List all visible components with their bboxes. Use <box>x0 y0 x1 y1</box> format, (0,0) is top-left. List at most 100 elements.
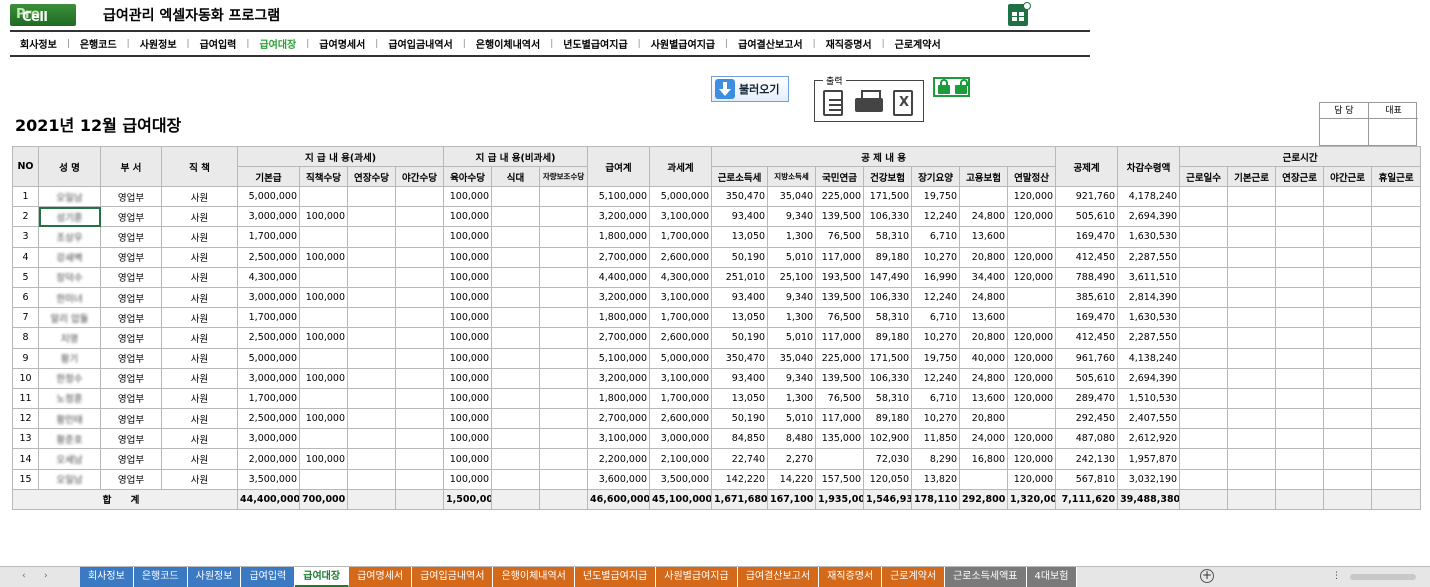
cell-work-hours[interactable] <box>1179 226 1229 248</box>
cell-local-tax[interactable]: 1,300 <box>767 387 817 410</box>
cell-overtime[interactable] <box>347 448 396 470</box>
cell-local-tax[interactable]: 5,010 <box>767 327 817 349</box>
cell-night[interactable] <box>394 428 445 450</box>
cell-pension[interactable]: 139,500 <box>815 286 865 309</box>
cell-yearend[interactable]: 120,000 <box>1007 387 1057 410</box>
cell-car[interactable] <box>539 266 589 288</box>
cell-employment[interactable] <box>959 185 1009 208</box>
cell-duty[interactable] <box>299 387 348 410</box>
cell-work-hours[interactable] <box>1371 408 1422 430</box>
cell-yearend[interactable]: 120,000 <box>1007 468 1057 490</box>
cell-employment[interactable]: 24,000 <box>959 428 1009 450</box>
cell-no[interactable]: 15 <box>12 468 39 490</box>
cell-night[interactable] <box>394 448 445 470</box>
cell-dept[interactable]: 영업부 <box>100 226 162 248</box>
total-work-cell[interactable] <box>1371 488 1422 511</box>
cell-work-hours[interactable] <box>1323 327 1373 349</box>
cell-base[interactable]: 2,000,000 <box>237 448 300 470</box>
cell-total[interactable]: 2,700,000 <box>587 246 651 268</box>
cell-night[interactable] <box>394 246 445 268</box>
menu-item-11[interactable]: 재직증명서 <box>816 36 882 51</box>
cell-car[interactable] <box>539 428 589 450</box>
cell-work-hours[interactable] <box>1371 246 1422 268</box>
cell-work-hours[interactable] <box>1323 286 1373 309</box>
cell-total[interactable]: 2,700,000 <box>587 327 651 349</box>
cell-employment[interactable]: 16,800 <box>959 448 1009 470</box>
cell-no[interactable]: 3 <box>12 226 39 248</box>
cell-work-hours[interactable] <box>1275 468 1325 490</box>
cell-work-hours[interactable] <box>1227 185 1277 208</box>
excel-icon[interactable] <box>1008 2 1031 26</box>
total-base[interactable]: 44,400,000 <box>237 488 300 511</box>
cell-income-tax[interactable]: 93,400 <box>711 286 769 309</box>
cell-employment[interactable]: 13,600 <box>959 307 1009 329</box>
cell-taxable-total[interactable]: 3,100,000 <box>649 367 713 389</box>
cell-overtime[interactable] <box>347 347 396 369</box>
sheet-tab-13[interactable]: 근로소득세액표 <box>945 567 1027 587</box>
menu-item-10[interactable]: 급여결산보고서 <box>728 36 812 51</box>
cell-child[interactable]: 100,000 <box>443 307 493 329</box>
cell-duty[interactable] <box>299 307 348 329</box>
cell-name[interactable]: 황민태 <box>38 408 101 430</box>
cell-work-hours[interactable] <box>1323 226 1373 248</box>
sheet-tab-9[interactable]: 사원별급여지급 <box>656 567 738 587</box>
menu-item-9[interactable]: 사원별급여지급 <box>641 36 725 51</box>
cell-position[interactable]: 사원 <box>161 347 238 369</box>
cell-work-hours[interactable] <box>1227 307 1277 329</box>
cell-pension[interactable]: 76,500 <box>815 226 865 248</box>
cell-work-hours[interactable] <box>1179 448 1229 470</box>
menu-item-7[interactable]: 은행이체내역서 <box>466 36 550 51</box>
cell-no[interactable]: 11 <box>12 387 39 410</box>
cell-income-tax[interactable]: 50,190 <box>711 327 769 349</box>
cell-ded-total[interactable]: 385,610 <box>1055 286 1119 309</box>
cell-child[interactable]: 100,000 <box>443 428 493 450</box>
cell-income-tax[interactable]: 251,010 <box>711 266 769 288</box>
cell-car[interactable] <box>539 226 589 248</box>
cell-local-tax[interactable]: 9,340 <box>767 286 817 309</box>
cell-income-tax[interactable]: 350,470 <box>711 347 769 369</box>
cell-yearend[interactable] <box>1007 307 1057 329</box>
cell-child[interactable]: 100,000 <box>443 468 493 490</box>
cell-duty[interactable] <box>299 266 348 288</box>
cell-ded-total[interactable]: 412,450 <box>1055 246 1119 268</box>
total-local-tax[interactable]: 167,100 <box>767 488 817 511</box>
cell-dept[interactable]: 영업부 <box>100 347 162 369</box>
cell-health[interactable]: 147,490 <box>863 266 913 288</box>
menu-item-5[interactable]: 급여명세서 <box>309 36 375 51</box>
cell-taxable-total[interactable]: 2,600,000 <box>649 246 713 268</box>
cell-work-hours[interactable] <box>1371 206 1422 228</box>
total-work-cell[interactable] <box>1323 488 1373 511</box>
cell-base[interactable]: 2,500,000 <box>237 246 300 268</box>
cell-health[interactable]: 58,310 <box>863 226 913 248</box>
cell-meal[interactable] <box>491 206 541 228</box>
cell-work-hours[interactable] <box>1227 266 1277 288</box>
cell-work-hours[interactable] <box>1179 246 1229 268</box>
cell-work-hours[interactable] <box>1179 185 1229 208</box>
cell-work-hours[interactable] <box>1227 226 1277 248</box>
cell-work-hours[interactable] <box>1179 387 1229 410</box>
cell-net[interactable]: 1,510,530 <box>1117 387 1181 410</box>
cell-name[interactable]: 조상우 <box>38 226 101 248</box>
cell-ded-total[interactable]: 242,130 <box>1055 448 1119 470</box>
cell-meal[interactable] <box>491 448 541 470</box>
cell-night[interactable] <box>394 387 445 410</box>
cell-work-hours[interactable] <box>1275 387 1325 410</box>
cell-pension[interactable]: 117,000 <box>815 408 865 430</box>
cell-car[interactable] <box>539 387 589 410</box>
cell-position[interactable]: 사원 <box>161 367 238 389</box>
cell-taxable-total[interactable]: 1,700,000 <box>649 387 713 410</box>
cell-overtime[interactable] <box>347 307 396 329</box>
cell-income-tax[interactable]: 50,190 <box>711 246 769 268</box>
cell-income-tax[interactable]: 13,050 <box>711 226 769 248</box>
cell-net[interactable]: 1,630,530 <box>1117 307 1181 329</box>
total-overtime[interactable] <box>347 488 396 511</box>
cell-night[interactable] <box>394 266 445 288</box>
total-taxable[interactable]: 45,100,000 <box>649 488 713 511</box>
cell-base[interactable]: 3,000,000 <box>237 286 300 309</box>
cell-local-tax[interactable]: 1,300 <box>767 307 817 329</box>
cell-total[interactable]: 2,700,000 <box>587 408 651 430</box>
cell-ded-total[interactable]: 169,470 <box>1055 226 1119 248</box>
cell-employment[interactable] <box>959 468 1009 490</box>
cell-employment[interactable]: 20,800 <box>959 327 1009 349</box>
cell-position[interactable]: 사원 <box>161 206 238 228</box>
